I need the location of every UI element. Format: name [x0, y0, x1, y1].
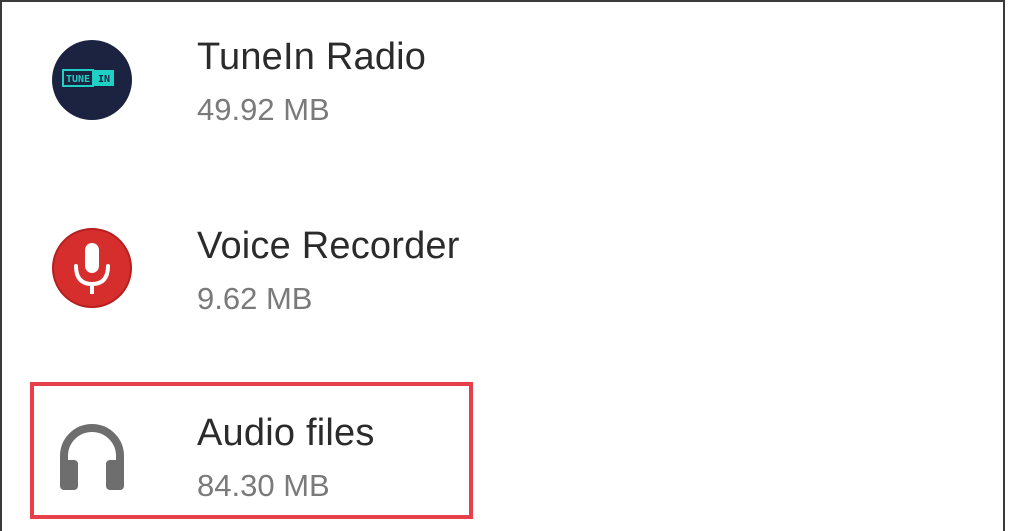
headphones-icon	[60, 424, 124, 490]
app-list-panel: TUNE IN TuneIn Radio 49.92 MB Voice Reco…	[0, 0, 1005, 531]
tunein-logo-text-in: IN	[98, 74, 110, 85]
microphone-icon	[52, 228, 132, 308]
item-title: Audio files	[197, 412, 375, 454]
list-item-voice-recorder[interactable]: Voice Recorder 9.62 MB	[2, 192, 1003, 342]
item-size: 9.62 MB	[197, 281, 313, 316]
list-item-audio-files[interactable]: Audio files 84.30 MB	[2, 378, 1003, 528]
item-title: Voice Recorder	[197, 225, 460, 267]
list-item-tunein-radio[interactable]: TUNE IN TuneIn Radio 49.92 MB	[2, 2, 1003, 152]
item-title: TuneIn Radio	[197, 36, 427, 78]
tunein-icon: TUNE IN	[52, 40, 132, 120]
item-size: 49.92 MB	[197, 92, 330, 127]
item-size: 84.30 MB	[197, 468, 330, 503]
tunein-logo-text: TUNE	[66, 74, 90, 85]
